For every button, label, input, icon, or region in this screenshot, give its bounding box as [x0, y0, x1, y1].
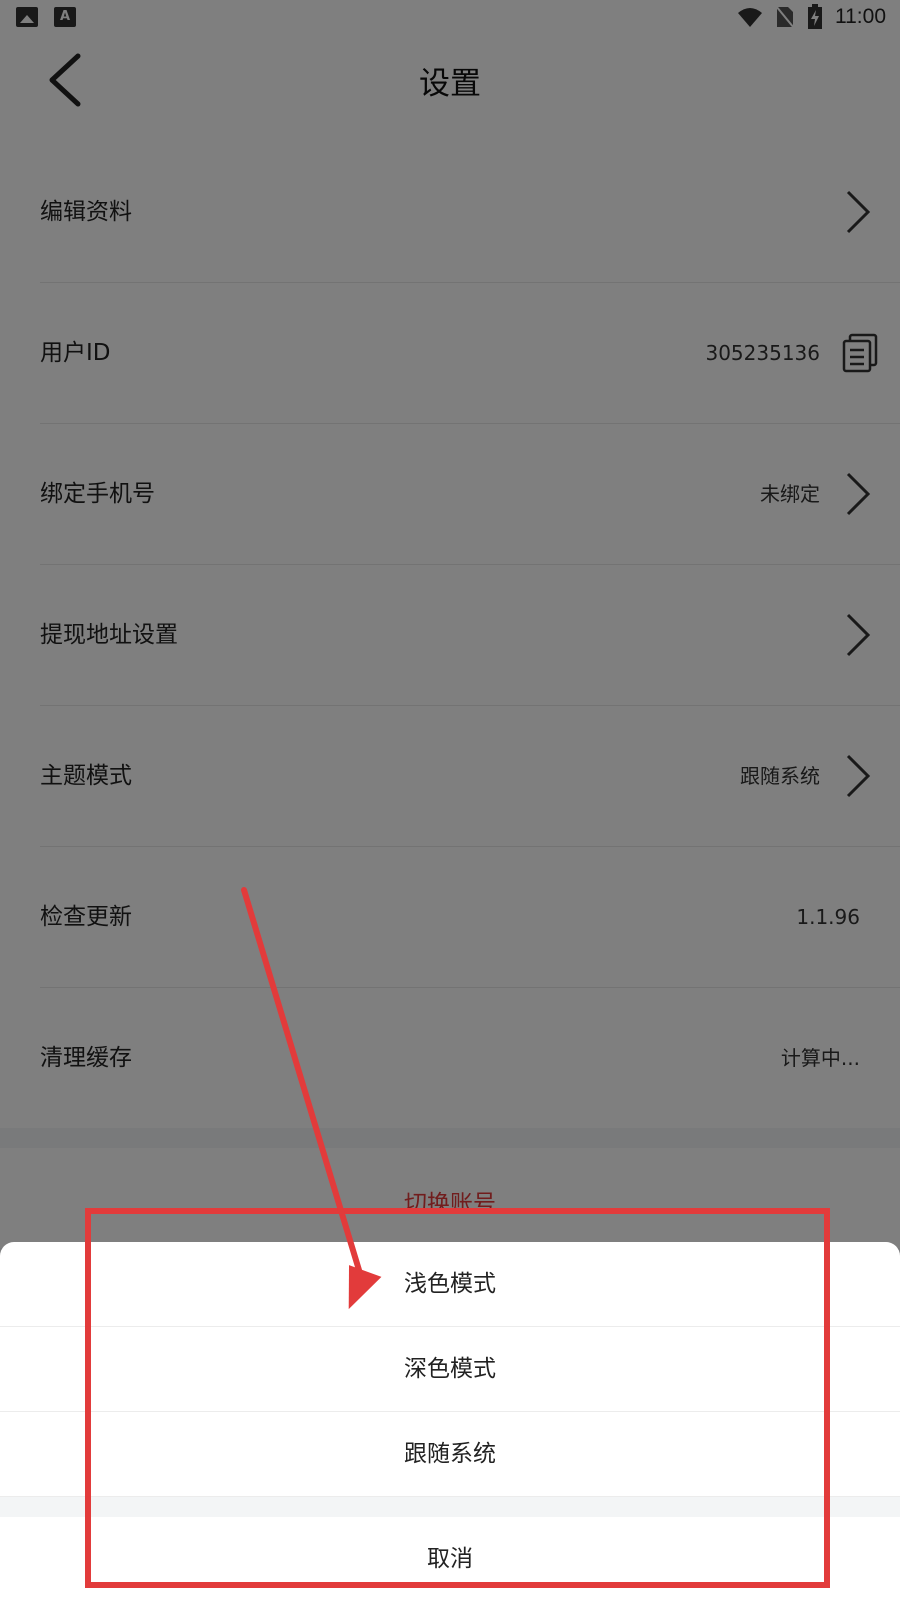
- settings-screen: A 11:00 设置 编辑资料: [0, 0, 900, 1600]
- highlight-box: [85, 1208, 830, 1588]
